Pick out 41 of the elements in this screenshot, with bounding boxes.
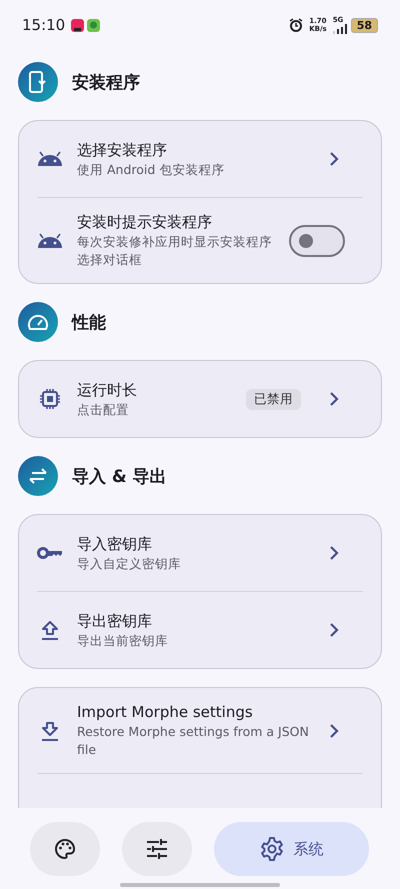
chevron-right-icon [329, 546, 339, 560]
setting-title: 安装时提示安装程序 [77, 212, 213, 233]
nav-tab[interactable]: 系统 [214, 822, 369, 876]
toggle-switch[interactable] [289, 224, 345, 256]
alarm-icon [289, 18, 304, 32]
section-title: 性能 [72, 312, 106, 334]
sliders-icon [146, 839, 168, 859]
chevron-right-icon [329, 724, 339, 738]
phone-download-icon [28, 71, 48, 93]
android-icon [37, 232, 63, 248]
setting-title: 运行时长 [77, 380, 138, 400]
signal-icon [332, 24, 347, 34]
key-icon [37, 546, 63, 560]
chip-icon [39, 388, 61, 410]
chevron-right-icon [329, 392, 339, 406]
setting-title: 选择安装程序 [77, 140, 168, 160]
section-title: 导入 & 导出 [72, 466, 167, 488]
swap-arrows-icon [28, 468, 48, 484]
upload-icon [41, 620, 59, 640]
palette-icon [54, 838, 76, 860]
setting-title: Import Morphe settings [77, 702, 254, 723]
app-icon [87, 18, 100, 32]
speedometer-icon [27, 313, 49, 331]
android-icon [37, 151, 63, 167]
setting-title: 导出密钥库 [77, 610, 153, 632]
clock-time: 15:10 [22, 16, 66, 34]
setting-description: 导出当前密钥库 [77, 632, 169, 650]
battery-level: 58 [350, 18, 378, 32]
setting-description: 点击配置 [77, 400, 130, 418]
download-icon [41, 720, 59, 740]
settings-icon [260, 837, 284, 861]
setting-title: 导入密钥库 [77, 534, 153, 554]
section-title: 安装程序 [72, 72, 140, 94]
app-icon [71, 18, 84, 32]
chevron-right-icon [329, 152, 339, 166]
setting-description: 每次安装修补应用时显示安装程序选择对话框 [77, 233, 273, 269]
setting-description: Restore Morphe settings from a JSON file [77, 723, 310, 759]
chevron-right-icon [329, 623, 339, 637]
setting-description: 使用 Android 包安装程序 [77, 160, 226, 178]
setting-description: 导入自定义密钥库 [77, 554, 182, 572]
status-badge: 已禁用 [246, 388, 301, 410]
